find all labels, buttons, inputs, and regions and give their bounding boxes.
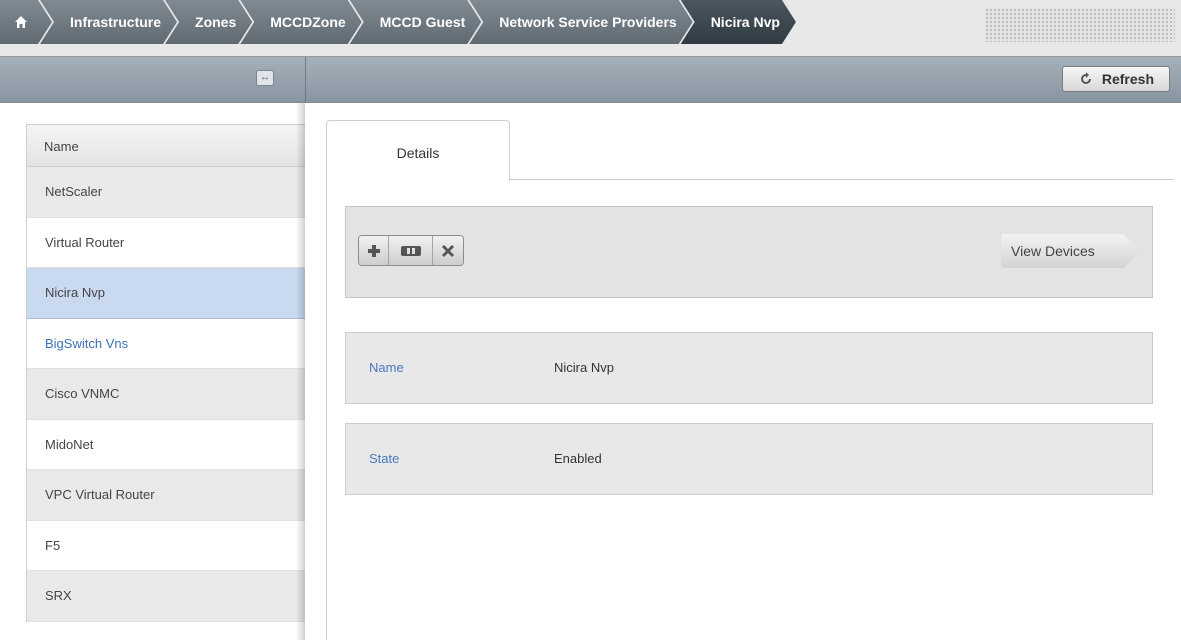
refresh-button[interactable]: Refresh — [1062, 66, 1170, 92]
list-item-midonet[interactable]: MidoNet — [27, 419, 305, 470]
view-devices-label: View Devices — [1011, 243, 1095, 259]
list-item-netscaler[interactable]: NetScaler — [27, 167, 305, 218]
shutdown-provider-button[interactable] — [389, 236, 433, 265]
breadcrumb: Infrastructure Zones MCCDZone MCCD Guest… — [0, 0, 1181, 57]
details-panel: Details View Devices Name Nicira Nvp Sta… — [305, 103, 1181, 640]
left-toolbar: ↔ — [0, 57, 305, 103]
list-item-f5[interactable]: F5 — [27, 520, 305, 571]
plus-icon — [367, 244, 380, 257]
breadcrumb-network[interactable]: MCCD Guest — [350, 0, 482, 44]
detail-key-name: Name — [369, 360, 404, 375]
list-item-bigswitch-vns[interactable]: BigSwitch Vns — [27, 318, 305, 369]
list-item-virtual-router[interactable]: Virtual Router — [27, 217, 305, 268]
breadcrumb-network-service-providers[interactable]: Network Service Providers — [469, 0, 692, 44]
remove-provider-button[interactable] — [433, 236, 463, 265]
list-header-name[interactable]: Name — [27, 124, 305, 167]
list-item-srx[interactable]: SRX — [27, 571, 305, 622]
remove-icon — [442, 244, 454, 257]
panel-divider-shadow — [296, 103, 305, 640]
action-button-group — [358, 235, 464, 266]
refresh-icon — [1080, 72, 1091, 84]
shutdown-icon — [400, 245, 421, 256]
breadcrumb-infrastructure[interactable]: Infrastructure — [40, 0, 177, 44]
detail-key-state: State — [369, 451, 400, 466]
list-item-cisco-vnmc[interactable]: Cisco VNMC — [27, 369, 305, 420]
refresh-label: Refresh — [1101, 71, 1155, 87]
breadcrumb-zone[interactable]: MCCDZone — [240, 0, 361, 44]
enable-provider-button[interactable] — [359, 236, 389, 265]
list-item-nicira-nvp[interactable]: Nicira Nvp — [27, 268, 305, 319]
view-devices-button[interactable]: View Devices — [1001, 234, 1141, 268]
provider-list-panel: Name NetScaler Virtual Router Nicira Nvp… — [0, 103, 305, 640]
breadcrumb-zones[interactable]: Zones — [165, 0, 252, 44]
list-item-vpc-virtual-router[interactable]: VPC Virtual Router — [27, 470, 305, 521]
breadcrumb-filler — [985, 8, 1175, 42]
detail-value-state: Enabled — [554, 451, 602, 466]
expand-panel-button[interactable]: ↔ — [256, 70, 274, 86]
detail-row-state: State Enabled — [345, 423, 1153, 495]
home-icon — [14, 15, 28, 29]
detail-row-name: Name Nicira Nvp — [345, 332, 1153, 404]
right-toolbar: Refresh — [305, 57, 1181, 103]
tab-details[interactable]: Details — [326, 120, 510, 181]
provider-list: Name NetScaler Virtual Router Nicira Nvp… — [26, 124, 305, 622]
breadcrumb-current[interactable]: Nicira Nvp — [681, 0, 796, 44]
detail-value-name: Nicira Nvp — [554, 360, 614, 375]
expand-icon: ↔ — [260, 72, 270, 83]
action-toolbar: View Devices — [345, 206, 1153, 298]
